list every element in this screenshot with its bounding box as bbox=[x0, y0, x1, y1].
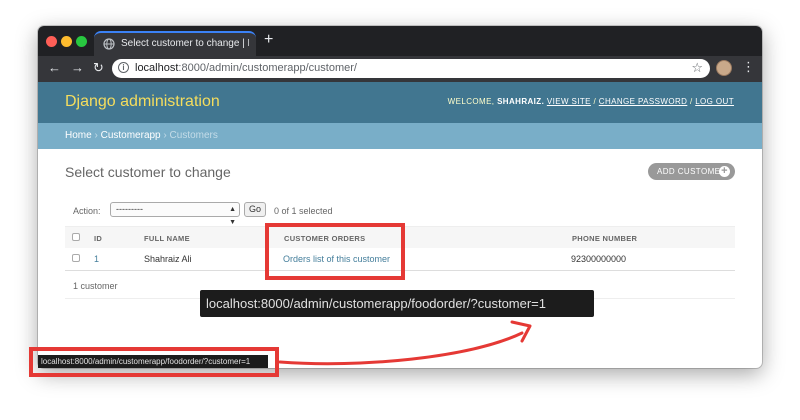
reload-icon[interactable]: ↻ bbox=[93, 60, 104, 76]
url-tooltip: localhost:8000/admin/customerapp/foodord… bbox=[200, 290, 594, 317]
paginator: 1 customer bbox=[73, 281, 118, 291]
forward-arrow-icon[interactable]: → bbox=[71, 60, 84, 76]
info-icon[interactable]: i bbox=[118, 62, 129, 73]
selected-count: 0 of 1 selected bbox=[274, 206, 333, 216]
browser-title-bar: Select customer to change | Djang + bbox=[38, 26, 762, 56]
go-button[interactable]: Go bbox=[244, 202, 266, 217]
add-customer-label: ADD CUSTOMER bbox=[657, 167, 727, 176]
breadcrumb-home[interactable]: Home bbox=[65, 130, 92, 141]
highlight-box bbox=[265, 223, 405, 280]
site-branding[interactable]: Django administration bbox=[65, 93, 220, 111]
add-customer-button[interactable]: ADD CUSTOMER + bbox=[648, 163, 735, 180]
status-bar-url: localhost:8000/admin/customerapp/foodord… bbox=[38, 355, 268, 368]
globe-icon bbox=[103, 38, 115, 50]
close-window-button[interactable] bbox=[46, 36, 57, 47]
action-select[interactable]: --------- ▲ ▼ bbox=[110, 202, 240, 226]
column-header-id[interactable]: ID bbox=[94, 234, 102, 243]
user-tools-sep: / bbox=[689, 97, 693, 106]
column-header-phone-number[interactable]: PHONE NUMBER bbox=[572, 234, 637, 243]
browser-tab[interactable]: Select customer to change | Djang bbox=[94, 31, 256, 56]
address-bar[interactable]: i localhost:8000/admin/customerapp/custo… bbox=[112, 59, 710, 78]
change-password-link[interactable]: CHANGE PASSWORD bbox=[599, 97, 688, 106]
back-arrow-icon[interactable]: ← bbox=[48, 60, 61, 76]
row-phone-number: 92300000000 bbox=[571, 254, 627, 264]
user-tools-sep: / bbox=[593, 97, 597, 106]
url-path: :8000/admin/customerapp/customer/ bbox=[178, 62, 357, 74]
row-id-link[interactable]: 1 bbox=[94, 254, 99, 264]
plus-icon[interactable]: + bbox=[264, 32, 273, 48]
url-host: localhost bbox=[135, 62, 179, 74]
breadcrumb-current: Customers bbox=[169, 130, 218, 141]
address-url[interactable]: localhost:8000/admin/customerapp/custome… bbox=[135, 62, 357, 74]
column-header-full-name[interactable]: FULL NAME bbox=[144, 234, 190, 243]
welcome-text: WELCOME, bbox=[447, 97, 495, 106]
logout-link[interactable]: LOG OUT bbox=[695, 97, 734, 106]
page-title: Select customer to change bbox=[65, 164, 231, 180]
user-tools: WELCOME, SHAHRAIZ. VIEW SITE / CHANGE PA… bbox=[448, 97, 734, 106]
breadcrumb-app[interactable]: Customerapp bbox=[101, 130, 161, 141]
breadcrumb-trail: Home › Customerapp › Customers bbox=[65, 130, 218, 141]
action-selected-value: --------- bbox=[116, 204, 143, 214]
view-site-link[interactable]: VIEW SITE bbox=[547, 97, 591, 106]
bookmark-star-icon[interactable]: ☆ bbox=[691, 60, 703, 76]
breadcrumb-sep: › bbox=[94, 130, 98, 141]
plus-icon: + bbox=[719, 166, 730, 177]
more-menu-icon[interactable]: ⋮ bbox=[742, 59, 755, 75]
breadcrumb: Home › Customerapp › Customers bbox=[38, 123, 762, 149]
row-checkbox[interactable] bbox=[72, 254, 80, 262]
row-full-name: Shahraiz Ali bbox=[144, 254, 192, 264]
minimize-window-button[interactable] bbox=[61, 36, 72, 47]
breadcrumb-sep: › bbox=[163, 130, 167, 141]
tab-title: Select customer to change | Djang bbox=[121, 38, 249, 49]
maximize-window-button[interactable] bbox=[76, 36, 87, 47]
profile-avatar[interactable] bbox=[716, 60, 732, 76]
admin-header: Django administration WELCOME, SHAHRAIZ.… bbox=[38, 82, 762, 123]
select-all-checkbox[interactable] bbox=[72, 233, 80, 241]
username: SHAHRAIZ. bbox=[497, 97, 545, 106]
action-label: Action: bbox=[73, 206, 101, 216]
browser-toolbar: ← → ↻ i localhost:8000/admin/customerapp… bbox=[38, 56, 762, 82]
